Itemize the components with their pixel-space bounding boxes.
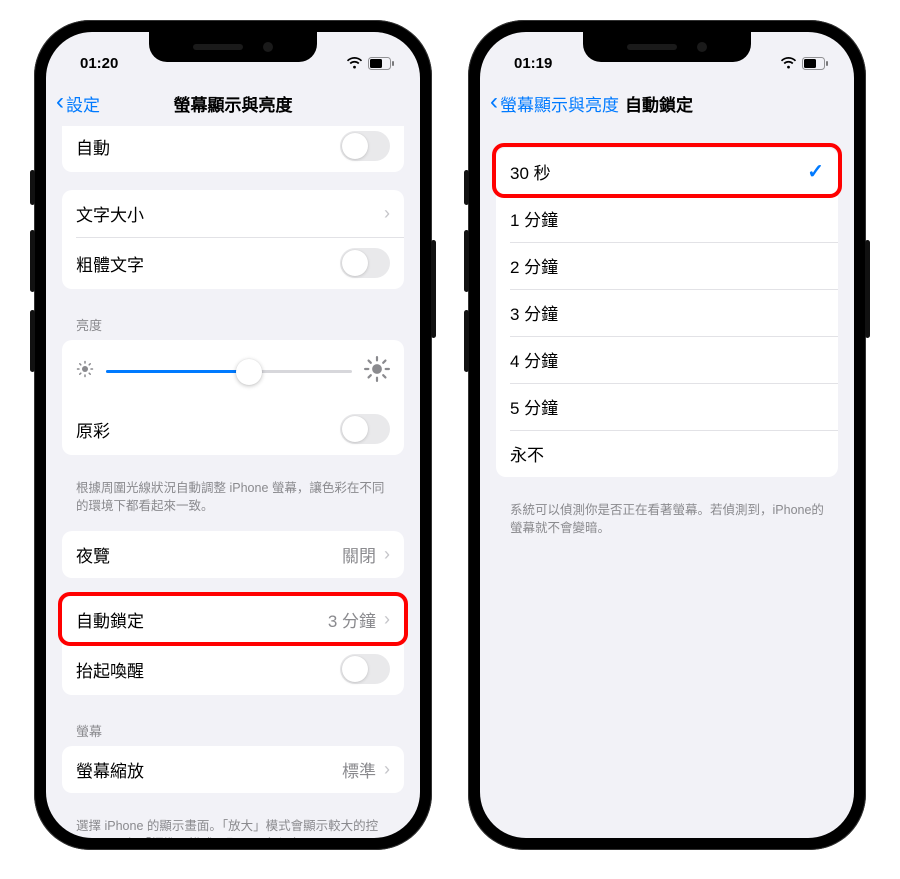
chevron-left-icon: ‹ [490,90,498,114]
brightness-slider[interactable] [106,370,352,373]
sun-max-icon [364,356,390,387]
auto-lock-option[interactable]: 3 分鐘 [496,289,838,336]
mute-switch [464,170,469,205]
cell-label: 自動 [76,134,110,159]
nav-back-button[interactable]: ‹ 設定 [56,91,100,116]
wifi-icon [346,57,363,70]
cell-label: 螢幕縮放 [76,757,144,782]
chevron-right-icon: › [384,544,390,565]
bold-text-cell[interactable]: 粗體文字 [62,237,404,289]
auto-lock-option[interactable]: 永不 [496,430,838,477]
nav-back-label: 螢幕顯示與亮度 [500,91,619,116]
settings-content[interactable]: 30 秒 ✓ 1 分鐘 2 分鐘 3 分鐘 4 分鐘 5 分鐘永不 系統可以偵測你是否正在看… [480,126,854,838]
text-group: 文字大小 › 粗體文字 [62,190,404,289]
notch [149,32,317,62]
option-label: 3 分鐘 [510,300,558,325]
cell-detail: 標準 [342,757,376,782]
bold-text-toggle[interactable] [340,248,390,278]
cell-label: 文字大小 [76,201,144,226]
volume-up [30,230,35,292]
brightness-group: 原彩 [62,340,404,455]
checkmark-icon: ✓ [807,159,824,184]
cell-label: 原彩 [76,417,110,442]
display-zoom-cell[interactable]: 螢幕縮放 標準 › [62,746,404,793]
volume-down [30,310,35,372]
option-label: 30 秒 [510,159,551,184]
nav-back-label: 設定 [66,91,100,116]
cell-label: 夜覽 [76,542,110,567]
option-label: 1 分鐘 [510,206,558,231]
page-title: 螢幕顯示與亮度 [46,91,420,116]
raise-to-wake-cell[interactable]: 抬起喚醒 [62,643,404,695]
chevron-right-icon: › [384,203,390,224]
battery-icon [802,57,828,70]
battery-icon [368,57,394,70]
notch [583,32,751,62]
cell-detail: 3 分鐘 [328,607,376,632]
sun-min-icon [76,360,94,383]
nav-back-button[interactable]: ‹ 螢幕顯示與亮度 [490,91,619,116]
status-time: 01:20 [80,55,118,72]
auto-lock-options-group: 30 秒 ✓ 1 分鐘 2 分鐘 3 分鐘 4 分鐘 5 分鐘永不 [496,148,838,477]
volume-down [464,310,469,372]
phone-mockup-left: 01:20 ‹ 設定 螢幕顯示與亮度 自動 [34,20,432,850]
nav-bar: ‹ 螢幕顯示與亮度 自動鎖定 [480,80,854,126]
auto-lock-option[interactable]: 2 分鐘 [496,242,838,289]
brightness-header: 亮度 [46,307,420,340]
option-label: 4 分鐘 [510,347,558,372]
raise-to-wake-toggle[interactable] [340,654,390,684]
display-zoom-group: 螢幕縮放 標準 › [62,746,404,793]
auto-lock-option[interactable]: 30 秒 ✓ [496,148,838,195]
option-label: 永不 [510,441,544,466]
power-button [865,240,870,338]
appearance-group: 自動 [62,126,404,172]
chevron-right-icon: › [384,759,390,780]
cell-label: 粗體文字 [76,251,144,276]
cell-label: 自動鎖定 [76,607,144,632]
auto-lock-option[interactable]: 4 分鐘 [496,336,838,383]
phone-mockup-right: 01:19 ‹ 螢幕顯示與亮度 自動鎖定 30 秒 ✓ 1 分鐘 2 分鐘 3 分鐘 4 … [468,20,866,850]
option-label: 5 分鐘 [510,394,558,419]
mute-switch [30,170,35,205]
power-button [431,240,436,338]
cell-detail: 關閉 [342,542,376,567]
brightness-slider-cell[interactable] [62,340,404,403]
settings-content[interactable]: 自動 文字大小 › 粗體文字 亮度 [46,126,420,838]
text-size-cell[interactable]: 文字大小 › [62,190,404,237]
auto-lock-option[interactable]: 5 分鐘 [496,383,838,430]
auto-lock-cell[interactable]: 自動鎖定 3 分鐘 › [62,596,404,643]
option-label: 2 分鐘 [510,253,558,278]
status-time: 01:19 [514,55,552,72]
auto-appearance-toggle[interactable] [340,131,390,161]
chevron-right-icon: › [384,609,390,630]
auto-lock-option[interactable]: 1 分鐘 [496,195,838,242]
chevron-left-icon: ‹ [56,90,64,114]
night-shift-group: 夜覽 關閉 › [62,531,404,578]
screen-header: 螢幕 [46,713,420,746]
display-zoom-footer: 選擇 iPhone 的顯示畫面。「放大」模式會顯示較大的控制項目，但「標準」模式… [46,811,420,838]
page-title: 自動鎖定 [625,91,693,116]
auto-lock-group: 自動鎖定 3 分鐘 › 抬起喚醒 [62,596,404,695]
volume-up [464,230,469,292]
true-tone-cell[interactable]: 原彩 [62,403,404,455]
auto-appearance-cell[interactable]: 自動 [62,126,404,172]
auto-lock-footer: 系統可以偵測你是否正在看著螢幕。若偵測到，iPhone的螢幕就不會變暗。 [480,495,854,539]
night-shift-cell[interactable]: 夜覽 關閉 › [62,531,404,578]
true-tone-footer: 根據周圍光線狀況自動調整 iPhone 螢幕，讓色彩在不同的環境下都看起來一致。 [46,473,420,517]
cell-label: 抬起喚醒 [76,657,144,682]
true-tone-toggle[interactable] [340,414,390,444]
wifi-icon [780,57,797,70]
nav-bar: ‹ 設定 螢幕顯示與亮度 [46,80,420,126]
